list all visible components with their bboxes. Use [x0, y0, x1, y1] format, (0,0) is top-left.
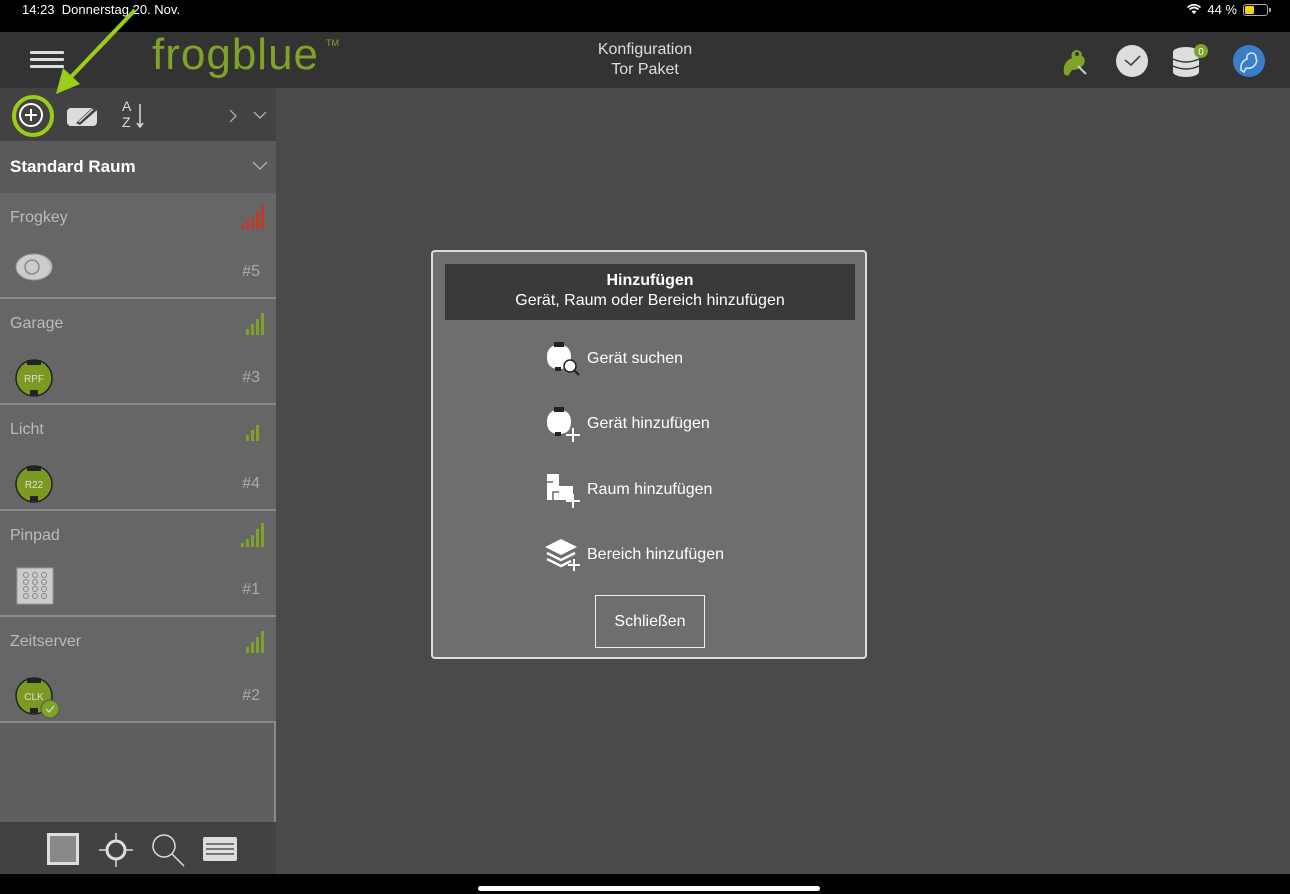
status-bar: 14:23 Donnerstag 20. Nov. 44 %	[0, 0, 1290, 32]
clk-module-icon: CLK	[15, 677, 60, 719]
signal-strength-icon	[241, 205, 264, 229]
home-bar	[0, 874, 1290, 894]
db-badge-count: 0	[1198, 47, 1204, 58]
add-area-label: Bereich hinzufügen	[587, 546, 724, 563]
locate-icon[interactable]	[98, 832, 134, 868]
chevron-down-icon	[252, 161, 268, 170]
status-time: 14:23 Donnerstag 20. Nov.	[22, 2, 181, 17]
dialog-header: Hinzufügen Gerät, Raum oder Bereich hinz…	[445, 264, 855, 320]
signal-strength-icon	[246, 631, 264, 653]
rpf-module-icon: RPF	[15, 359, 53, 397]
device-row-zeitserver[interactable]: Zeitserver CLK #2	[0, 617, 276, 723]
pinpad-icon	[16, 567, 54, 605]
hamburger-menu-icon[interactable]	[30, 51, 64, 71]
device-name: Pinpad	[10, 527, 60, 544]
close-button[interactable]: Schließen	[595, 595, 705, 648]
layers-add-icon	[545, 539, 580, 571]
device-number: #1	[242, 581, 260, 598]
device-add-icon	[547, 407, 580, 442]
device-row-pinpad[interactable]: Pinpad #1	[0, 511, 276, 617]
frog-config-icon[interactable]	[1058, 44, 1092, 78]
device-number: #2	[242, 687, 260, 704]
frogblue-logo: frogblue	[152, 30, 320, 79]
database-icon[interactable]: 0	[1170, 44, 1210, 78]
frog-user-icon[interactable]	[1232, 44, 1266, 78]
sidebar-bottom-bar	[0, 822, 276, 874]
device-sidebar: A Z Standard Raum Frogkey #5 Garage RPF …	[0, 88, 276, 874]
signal-strength-icon	[246, 425, 259, 441]
signal-strength-icon	[246, 313, 264, 335]
app-header: frogblue TM Konfiguration Tor Paket 0	[0, 30, 1290, 88]
edit-icon[interactable]	[66, 104, 102, 128]
device-search-icon	[547, 342, 580, 376]
status-indicators: 44 %	[1187, 2, 1271, 17]
device-number: #3	[242, 369, 260, 386]
add-area-button[interactable]: Bereich hinzufügen	[543, 535, 724, 575]
wifi-icon	[1187, 4, 1202, 14]
device-name: Zeitserver	[10, 633, 82, 650]
home-indicator[interactable]	[478, 886, 820, 891]
room-add-icon	[547, 474, 580, 508]
dialog-subtitle: Gerät, Raum oder Bereich hinzufügen	[515, 292, 785, 309]
add-device-button[interactable]: Gerät hinzufügen	[543, 404, 710, 444]
device-row-garage[interactable]: Garage RPF #3	[0, 299, 276, 405]
device-name: Frogkey	[10, 209, 68, 226]
add-dialog: Hinzufügen Gerät, Raum oder Bereich hinz…	[431, 250, 867, 659]
device-row-licht[interactable]: Licht R22 #4	[0, 405, 276, 511]
add-icon[interactable]	[14, 101, 48, 135]
module-label: CLK	[24, 692, 44, 703]
frogkey-icon	[15, 253, 53, 281]
r22-module-icon: R22	[15, 465, 53, 503]
dialog-title: Hinzufügen	[606, 272, 694, 289]
device-row-frogkey[interactable]: Frogkey #5	[0, 193, 276, 299]
search-device-label: Gerät suchen	[587, 350, 684, 367]
device-name: Licht	[10, 421, 44, 438]
room-view-icon[interactable]	[46, 832, 80, 866]
logo-trademark: TM	[326, 38, 339, 48]
add-device-label: Gerät hinzufügen	[587, 415, 710, 432]
add-room-label: Raum hinzufügen	[587, 481, 713, 498]
search-device-button[interactable]: Gerät suchen	[543, 339, 683, 379]
sidebar-toolbar: A Z	[0, 88, 276, 141]
device-number: #4	[242, 475, 260, 492]
battery-percent: 44 %	[1207, 2, 1237, 17]
screen: 14:23 Donnerstag 20. Nov. 44 % frogblue …	[0, 0, 1290, 894]
clock-icon[interactable]	[1115, 44, 1149, 78]
device-number: #5	[242, 263, 260, 280]
add-room-button[interactable]: Raum hinzufügen	[543, 470, 712, 510]
sort-az-icon[interactable]: A Z	[120, 96, 150, 132]
module-label: R22	[25, 480, 44, 491]
module-label: RPF	[24, 374, 44, 385]
room-header[interactable]: Standard Raum	[0, 141, 276, 193]
room-name: Standard Raum	[10, 157, 136, 176]
device-name: Garage	[10, 315, 64, 332]
signal-strength-icon	[241, 523, 264, 547]
search-icon[interactable]	[150, 832, 186, 868]
battery-icon	[1243, 3, 1271, 16]
svg-text:A: A	[122, 98, 132, 114]
svg-text:Z: Z	[122, 114, 131, 130]
expand-collapse-icon[interactable]	[228, 108, 270, 124]
list-view-icon[interactable]	[202, 836, 238, 864]
